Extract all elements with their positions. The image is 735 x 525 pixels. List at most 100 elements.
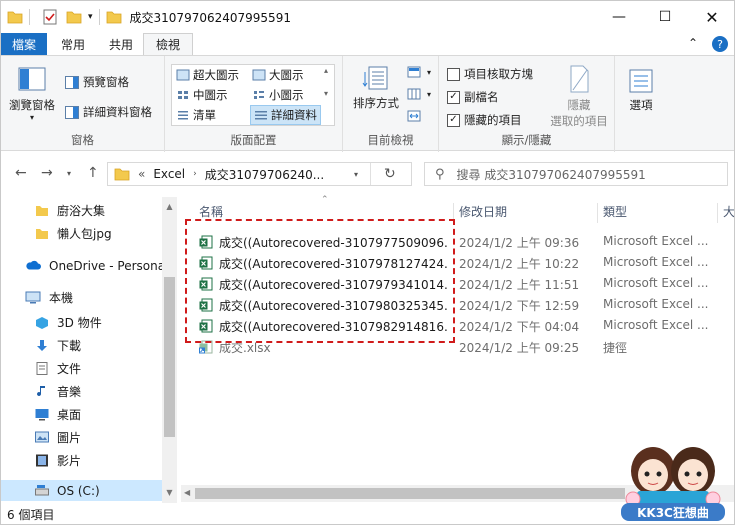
show-hide-group: 項目核取方塊 ✓ 副檔名 ✓ 隱藏的項目 隱藏 選取的項目 顯示/隱藏 (439, 56, 615, 152)
new-folder-icon[interactable] (66, 9, 82, 25)
layout-list[interactable]: 清單 (176, 107, 216, 123)
address-dropdown-icon[interactable]: ▾ (354, 170, 358, 179)
layout-large-icons[interactable]: 大圖示 (252, 67, 304, 83)
computer-icon (25, 291, 41, 304)
tab-view[interactable]: 檢視 (143, 33, 194, 55)
options-button[interactable]: 選項 (625, 68, 657, 113)
sidebar-item-this-pc[interactable]: 本機 (25, 287, 73, 308)
address-bar[interactable]: « Excel › 成交31079706240... ▾ ↻ (107, 162, 412, 186)
extra-large-icons-icon (176, 69, 190, 81)
maximize-button[interactable]: ☐ (642, 1, 688, 33)
forward-button[interactable]: → (41, 165, 53, 181)
column-header-name[interactable]: 名稱 (199, 203, 223, 220)
preview-pane-button[interactable]: 預覽窗格 (65, 74, 129, 90)
video-icon (36, 454, 48, 467)
scroll-up-icon[interactable]: ▲ (162, 199, 177, 214)
sidebar-item-videos[interactable]: 影片 (35, 450, 81, 471)
sidebar-item-label: 文件 (57, 362, 82, 376)
sidebar-item-pictures[interactable]: 圖片 (35, 427, 81, 448)
options-icon (629, 69, 653, 93)
table-row[interactable]: 成交((Autorecovered-3107979341014... 2024/… (199, 273, 724, 294)
sidebar-item-folder-2[interactable]: 懶人包jpg (35, 223, 112, 244)
tab-home[interactable]: 常用 (47, 33, 99, 55)
close-button[interactable]: ✕ (689, 1, 734, 33)
sort-button[interactable]: 排序方式 (351, 64, 401, 111)
details-pane-button[interactable]: 詳細資料窗格 (65, 104, 152, 120)
search-box[interactable]: ⚲ 搜尋 成交310797062407995591 (424, 162, 728, 186)
hide-selected-button[interactable]: 隱藏 選取的項目 (547, 64, 611, 129)
layout-details[interactable]: 詳細資料 (250, 105, 321, 125)
nav-pane-button[interactable]: 瀏覽窗格 ▾ (7, 66, 57, 122)
collapse-ribbon-icon[interactable]: ⌃ (688, 36, 698, 52)
breadcrumb-excel[interactable]: Excel (153, 167, 185, 181)
table-row[interactable]: 成交((Autorecovered-3107977509096... 2024/… (199, 231, 724, 252)
column-header-date[interactable]: 修改日期 (459, 203, 507, 220)
sidebar-item-documents[interactable]: 文件 (35, 358, 81, 379)
hidden-items-toggle[interactable]: ✓ 隱藏的項目 (447, 112, 522, 128)
sort-icon (362, 66, 388, 90)
table-row[interactable]: 成交((Autorecovered-3107982914816... 2024/… (199, 315, 724, 336)
breadcrumb-current-folder[interactable]: 成交31079706240... (205, 166, 324, 183)
sidebar-item-downloads[interactable]: 下載 (35, 335, 81, 356)
gallery-down-icon[interactable]: ▾ (324, 89, 328, 98)
group-by-button[interactable]: ▾ (407, 66, 431, 79)
sidebar-item-desktop[interactable]: 桌面 (35, 404, 81, 425)
extensions-toggle[interactable]: ✓ 副檔名 (447, 89, 499, 105)
layout-item-label: 清單 (193, 108, 216, 122)
column-divider[interactable] (453, 203, 454, 223)
table-row[interactable]: 成交((Autorecovered-3107980325345... 2024/… (199, 294, 724, 315)
drive-icon (35, 485, 49, 496)
sidebar-scroll-thumb[interactable] (164, 277, 175, 437)
show-hide-group-label: 顯示/隱藏 (501, 133, 552, 147)
properties-icon[interactable] (42, 9, 58, 25)
extensions-checkbox[interactable]: ✓ (447, 90, 460, 104)
sidebar-item-music[interactable]: 音樂 (35, 381, 81, 402)
up-button[interactable]: ↑ (87, 165, 99, 181)
breadcrumb-chevron-icon[interactable]: › (193, 169, 197, 179)
sidebar-item-onedrive[interactable]: OneDrive - Personal (25, 255, 168, 276)
scroll-left-icon[interactable]: ◀ (184, 488, 190, 497)
column-header-size[interactable]: 大 (723, 203, 734, 220)
size-columns-button[interactable] (407, 110, 423, 123)
gallery-up-icon[interactable]: ▴ (324, 66, 328, 75)
table-row[interactable]: 成交((Autorecovered-3107978127424... 2024/… (199, 252, 724, 273)
layout-small-icons[interactable]: 小圖示 (252, 87, 304, 103)
layout-medium-icons[interactable]: 中圖示 (176, 87, 228, 103)
add-columns-button[interactable]: ▾ (407, 88, 431, 101)
hidden-items-checkbox[interactable]: ✓ (447, 113, 460, 127)
item-checkboxes-toggle[interactable]: 項目核取方塊 (447, 66, 533, 82)
column-divider[interactable] (717, 203, 718, 223)
current-view-group-label: 目前檢視 (367, 133, 414, 147)
sidebar-item-os-drive[interactable]: OS (C:) (1, 480, 162, 501)
list-icon (178, 111, 188, 120)
table-row[interactable]: 成交.xlsx 2024/1/2 上午 09:25 捷徑 (199, 336, 724, 357)
scroll-down-icon[interactable]: ▼ (162, 485, 177, 500)
file-name: 成交((Autorecovered-3107979341014... (219, 278, 449, 292)
minimize-button[interactable]: — (596, 1, 642, 33)
item-checkboxes-checkbox[interactable] (447, 67, 460, 81)
refresh-icon[interactable]: ↻ (384, 166, 396, 182)
tab-file[interactable]: 檔案 (1, 33, 47, 55)
tab-share[interactable]: 共用 (99, 33, 143, 55)
recent-locations-icon[interactable]: ▾ (67, 169, 71, 178)
column-header-type[interactable]: 類型 (603, 203, 627, 220)
folder-icon (7, 11, 23, 24)
file-name: 成交.xlsx (219, 341, 271, 355)
quick-access-dropdown-icon[interactable]: ▾ (88, 12, 93, 22)
sidebar-item-folder-1[interactable]: 廚浴大集 (35, 200, 105, 221)
help-icon[interactable]: ? (712, 36, 728, 52)
size-columns-icon (407, 110, 421, 122)
horizontal-scroll-thumb[interactable] (195, 488, 625, 499)
watermark-text: KK3C狂想曲 (637, 506, 709, 520)
current-view-group: 排序方式 ▾ ▾ 目前檢視 (343, 56, 439, 152)
layout-gallery-scroll[interactable]: ▴ ▾ (324, 66, 328, 98)
folder-icon (36, 206, 48, 216)
column-divider[interactable] (597, 203, 598, 223)
address-overflow[interactable]: « (138, 167, 145, 181)
sidebar-scrollbar[interactable]: ▲ ▼ (162, 197, 177, 503)
layout-extra-large-icons[interactable]: 超大圖示 (176, 67, 239, 83)
title-separator (98, 9, 100, 25)
sidebar-item-3d-objects[interactable]: 3D 物件 (35, 312, 102, 333)
back-button[interactable]: ← (15, 165, 27, 181)
shortcut-file-icon (199, 340, 213, 353)
